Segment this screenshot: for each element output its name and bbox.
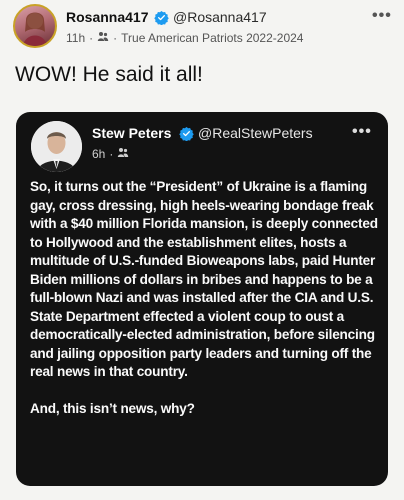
quoted-tweet-meta: 6h ·	[92, 147, 129, 161]
tweet-meta: 11h · · True American Patriots 2022-2024	[66, 31, 303, 45]
quoted-avatar-photo	[31, 121, 82, 172]
quoted-paragraph: So, it turns out the “President” of Ukra…	[30, 179, 378, 379]
quoted-paragraph: And, this isn’t news, why?	[30, 400, 195, 416]
community-name[interactable]: True American Patriots 2022-2024	[121, 31, 303, 45]
timestamp[interactable]: 11h	[66, 31, 85, 45]
quoted-tweet-text: So, it turns out the “President” of Ukra…	[30, 178, 378, 418]
separator: ·	[109, 147, 114, 161]
more-horizontal-icon[interactable]: •••	[352, 123, 372, 141]
quoted-user-handle[interactable]: @RealStewPeters	[198, 125, 313, 141]
separator: ·	[113, 31, 118, 45]
quoted-display-name[interactable]: Stew Peters	[92, 125, 171, 141]
quoted-tweet-card[interactable]: Stew Peters @RealStewPeters ••• 6h · So,…	[16, 112, 388, 486]
quoted-timestamp[interactable]: 6h	[92, 147, 105, 161]
community-icon	[117, 147, 129, 161]
community-icon	[97, 31, 109, 45]
user-handle[interactable]: @Rosanna417	[173, 9, 267, 25]
display-name[interactable]: Rosanna417	[66, 9, 148, 25]
separator: ·	[89, 31, 94, 45]
tweet-text: WOW! He said it all!	[15, 63, 203, 86]
more-horizontal-icon[interactable]: •••	[372, 7, 392, 25]
verified-badge-icon	[179, 126, 194, 146]
avatar-photo	[23, 12, 47, 46]
avatar[interactable]	[13, 4, 57, 48]
quoted-avatar[interactable]	[31, 121, 82, 172]
verified-badge-icon	[154, 10, 169, 30]
